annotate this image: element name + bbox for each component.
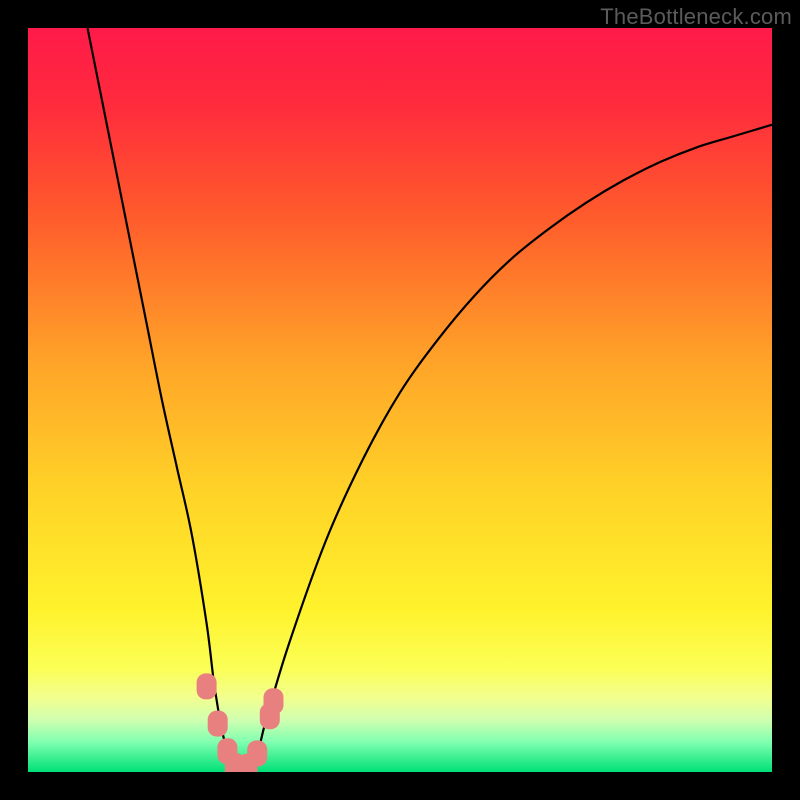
- bottleneck-curve: [28, 28, 772, 772]
- curve-marker: [197, 673, 217, 699]
- curve-marker: [247, 740, 267, 766]
- curve-markers: [197, 673, 284, 772]
- curve-line: [88, 28, 772, 772]
- curve-marker: [208, 711, 228, 737]
- curve-marker: [264, 688, 284, 714]
- chart-frame: TheBottleneck.com: [0, 0, 800, 800]
- watermark-text: TheBottleneck.com: [600, 4, 792, 30]
- plot-area: [28, 28, 772, 772]
